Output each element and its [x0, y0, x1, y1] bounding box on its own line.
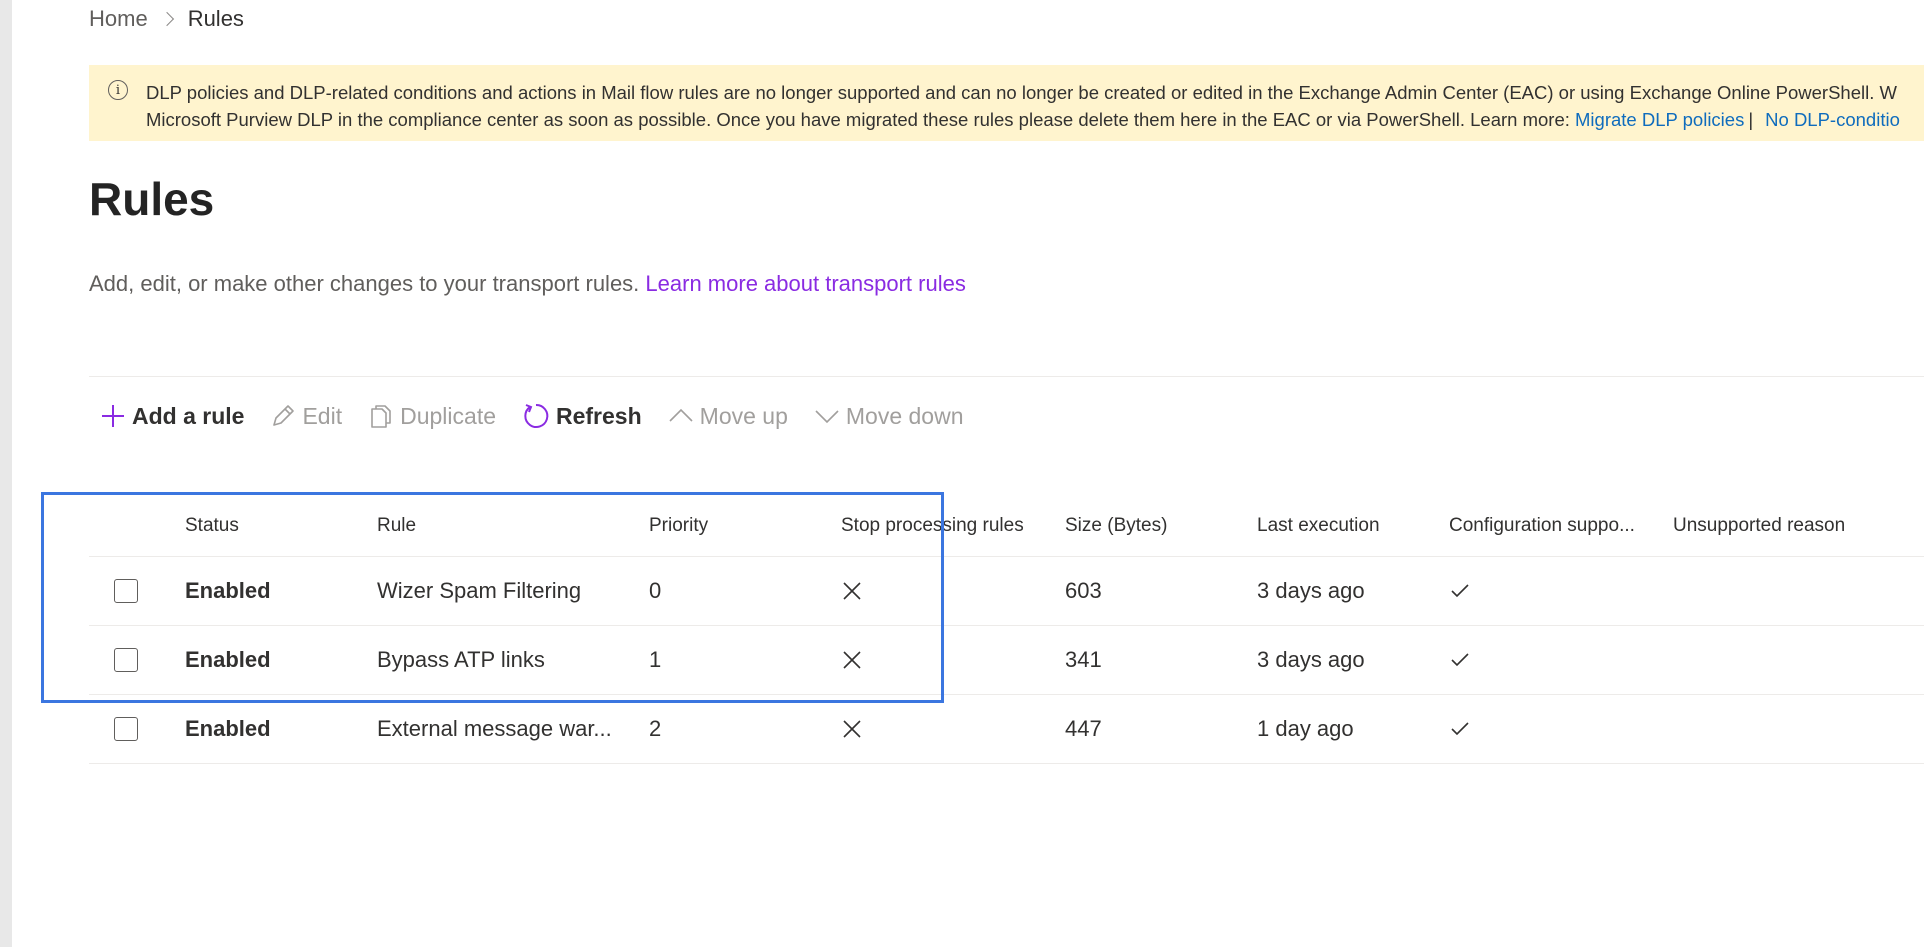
- stop-processing-cell: [841, 626, 863, 694]
- rules-table: Status Rule Priority Stop processing rul…: [89, 496, 1924, 764]
- banner-line-2-text: Microsoft Purview DLP in the compliance …: [146, 109, 1570, 130]
- rule-name-cell[interactable]: External message war...: [377, 695, 612, 763]
- row-checkbox[interactable]: [114, 579, 138, 603]
- row-checkbox-cell: [114, 557, 138, 625]
- add-rule-button[interactable]: Add a rule: [100, 403, 244, 430]
- edit-button[interactable]: Edit: [270, 403, 342, 430]
- row-checkbox-cell: [114, 695, 138, 763]
- size-cell: 341: [1065, 647, 1102, 672]
- refresh-icon: [522, 402, 550, 430]
- status-cell: Enabled: [185, 578, 271, 603]
- table-header-row: Status Rule Priority Stop processing rul…: [89, 496, 1924, 557]
- page-title: Rules: [89, 173, 215, 225]
- description-text: Add, edit, or make other changes to your…: [89, 271, 640, 296]
- last-execution-cell: 3 days ago: [1257, 647, 1365, 672]
- configuration-supported-cell: [1449, 626, 1471, 694]
- column-header-last-execution[interactable]: Last execution: [1257, 496, 1380, 556]
- last-execution-cell: 3 days ago: [1257, 578, 1365, 603]
- info-icon: i: [108, 80, 128, 100]
- table-row[interactable]: Enabled External message war... 2 447 1 …: [89, 695, 1924, 764]
- toolbar: Add a rule Edit Duplicate Refresh Move u…: [100, 396, 990, 436]
- column-header-unsupported-reason[interactable]: Unsupported reason: [1673, 496, 1845, 556]
- left-rail: [0, 0, 12, 947]
- size-cell: 603: [1065, 578, 1102, 603]
- chevron-down-icon: [814, 403, 840, 429]
- x-icon: [843, 651, 861, 669]
- chevron-right-icon: [159, 11, 174, 27]
- breadcrumb-current: Rules: [187, 6, 244, 31]
- table-row[interactable]: Enabled Bypass ATP links 1 341 3 days ag…: [89, 626, 1924, 695]
- migrate-dlp-policies-link[interactable]: Migrate DLP policies: [1575, 109, 1744, 130]
- column-header-priority[interactable]: Priority: [649, 496, 708, 556]
- breadcrumb-home-link[interactable]: Home: [89, 6, 148, 32]
- banner-message: DLP policies and DLP-related conditions …: [146, 79, 1924, 133]
- add-rule-label: Add a rule: [132, 402, 245, 429]
- refresh-button[interactable]: Refresh: [522, 402, 642, 430]
- column-header-status[interactable]: Status: [185, 496, 239, 556]
- rule-name-cell[interactable]: Wizer Spam Filtering: [377, 557, 581, 625]
- breadcrumb: Home Rules: [89, 5, 244, 33]
- priority-cell: 1: [649, 647, 662, 672]
- configuration-supported-cell: [1449, 695, 1471, 763]
- configuration-supported-cell: [1449, 557, 1471, 625]
- banner-line-2: Microsoft Purview DLP in the compliance …: [146, 106, 1924, 133]
- edit-label: Edit: [302, 402, 343, 429]
- duplicate-button[interactable]: Duplicate: [368, 403, 496, 430]
- x-icon: [843, 582, 861, 600]
- table-row[interactable]: Enabled Wizer Spam Filtering 0 603 3 day…: [89, 557, 1924, 626]
- column-header-rule[interactable]: Rule: [377, 496, 416, 556]
- size-cell: 447: [1065, 716, 1102, 741]
- no-dlp-conditions-link[interactable]: No DLP-conditio: [1765, 109, 1900, 130]
- x-icon: [843, 720, 861, 738]
- stop-processing-cell: [841, 557, 863, 625]
- move-down-label: Move down: [845, 402, 964, 429]
- dlp-warning-banner: i DLP policies and DLP-related condition…: [89, 65, 1924, 141]
- divider: [89, 376, 1924, 377]
- last-execution-cell: 1 day ago: [1257, 716, 1354, 741]
- row-checkbox[interactable]: [114, 648, 138, 672]
- learn-more-link[interactable]: Learn more about transport rules: [645, 271, 965, 296]
- check-icon: [1451, 584, 1469, 598]
- column-header-stop-processing[interactable]: Stop processing rules: [841, 496, 1024, 556]
- refresh-label: Refresh: [556, 402, 642, 429]
- check-icon: [1451, 722, 1469, 736]
- rule-name-cell[interactable]: Bypass ATP links: [377, 626, 545, 694]
- plus-icon: [100, 403, 126, 429]
- row-checkbox[interactable]: [114, 717, 138, 741]
- pencil-icon: [270, 403, 296, 429]
- chevron-up-icon: [668, 403, 694, 429]
- move-up-label: Move up: [699, 402, 788, 429]
- priority-cell: 0: [649, 578, 662, 603]
- column-header-configuration-supported[interactable]: Configuration suppo...: [1449, 496, 1635, 556]
- copy-icon: [368, 403, 394, 429]
- check-icon: [1451, 653, 1469, 667]
- status-cell: Enabled: [185, 647, 271, 672]
- duplicate-label: Duplicate: [400, 402, 496, 429]
- stop-processing-cell: [841, 695, 863, 763]
- banner-line-1: DLP policies and DLP-related conditions …: [146, 82, 1897, 103]
- status-cell: Enabled: [185, 716, 271, 741]
- row-checkbox-cell: [114, 626, 138, 694]
- column-header-size[interactable]: Size (Bytes): [1065, 496, 1167, 556]
- move-down-button[interactable]: Move down: [814, 403, 964, 430]
- move-up-button[interactable]: Move up: [668, 403, 788, 430]
- priority-cell: 2: [649, 716, 662, 741]
- banner-separator: |: [1748, 109, 1754, 130]
- page-description: Add, edit, or make other changes to your…: [89, 271, 966, 297]
